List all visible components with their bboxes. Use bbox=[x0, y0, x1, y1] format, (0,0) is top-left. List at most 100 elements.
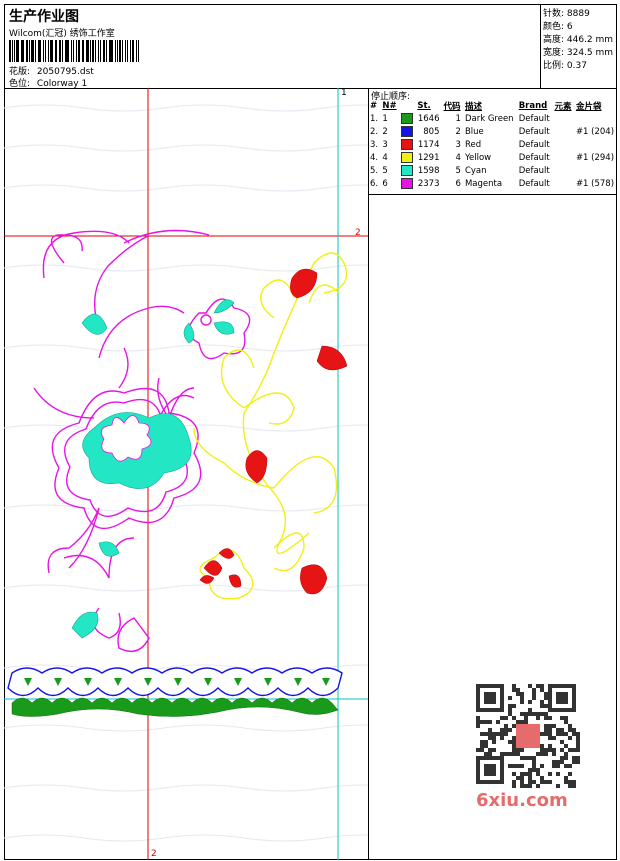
qr-module bbox=[544, 728, 548, 732]
barcode-bar bbox=[81, 40, 83, 62]
qr-module bbox=[540, 776, 544, 780]
scallop-border bbox=[7, 667, 343, 717]
qr-module bbox=[512, 748, 516, 752]
barcode-bar bbox=[14, 40, 16, 62]
barcode-bar bbox=[131, 40, 135, 62]
cell-index: 3. bbox=[370, 139, 379, 150]
thread-row: 5. 5 1598 5 Cyan Default bbox=[368, 164, 617, 177]
barcode bbox=[9, 40, 141, 62]
qr-module bbox=[548, 728, 552, 732]
qr-module bbox=[512, 724, 516, 728]
qr-module bbox=[496, 720, 500, 724]
qr-module bbox=[556, 784, 560, 788]
cell-element bbox=[552, 151, 573, 164]
col-code: 代码 bbox=[443, 101, 461, 112]
qr-module bbox=[568, 748, 572, 752]
cell-element bbox=[552, 125, 573, 138]
qr-module bbox=[488, 728, 492, 732]
seal-logo bbox=[516, 724, 540, 748]
qr-module bbox=[500, 728, 504, 732]
qr-module bbox=[544, 748, 548, 752]
qr-module bbox=[520, 712, 524, 716]
barcode-bar bbox=[39, 40, 41, 62]
cell-stitches: 1646 bbox=[417, 113, 440, 124]
stats-panel: 针数: 8889 颜色: 6 高度: 446.2 mm 宽度: 324.5 mm… bbox=[540, 4, 617, 89]
barcode-bar bbox=[116, 40, 118, 62]
cell-brand: Default bbox=[518, 178, 550, 189]
qr-module bbox=[576, 732, 580, 736]
cell-code: 5 bbox=[455, 165, 461, 176]
barcode-bar bbox=[114, 40, 116, 62]
qr-module bbox=[516, 752, 520, 756]
qr-module bbox=[484, 732, 488, 736]
barcode-bar bbox=[89, 40, 91, 62]
barcode-bar bbox=[28, 40, 30, 62]
qr-module bbox=[520, 780, 524, 784]
color-swatch bbox=[401, 165, 413, 176]
barcode-bar bbox=[56, 40, 58, 62]
qr-module bbox=[524, 772, 528, 776]
qr-module bbox=[540, 712, 544, 716]
qr-module bbox=[484, 720, 488, 724]
qr-module bbox=[532, 780, 536, 784]
qr-module bbox=[524, 756, 528, 760]
qr-module bbox=[576, 736, 580, 740]
qr-module bbox=[548, 744, 552, 748]
cell-brand: Default bbox=[518, 165, 550, 176]
cell-code: 3 bbox=[455, 139, 461, 150]
qr-module bbox=[572, 732, 576, 736]
qr-module bbox=[548, 772, 552, 776]
cell-element bbox=[552, 177, 573, 190]
cell-brand: Default bbox=[518, 113, 550, 124]
thread-row: 1. 1 1646 1 Dark Green Default bbox=[368, 112, 617, 125]
qr-module bbox=[552, 748, 556, 752]
barcode-bar bbox=[37, 40, 39, 62]
qr-module bbox=[532, 688, 536, 692]
qr-module bbox=[548, 748, 552, 752]
qr-module bbox=[508, 764, 512, 768]
qr-module bbox=[528, 784, 532, 788]
qr-module bbox=[536, 772, 540, 776]
cell-sequin bbox=[574, 112, 617, 125]
qr-module bbox=[532, 696, 536, 700]
qr-module bbox=[544, 692, 548, 696]
qr-module bbox=[532, 756, 536, 760]
thread-list-panel: 停止顺序: # N# St. 代码 描述 Brand 元素 金片袋 1. 1 164… bbox=[368, 88, 617, 195]
qr-module bbox=[528, 756, 532, 760]
thread-table: # N# St. 代码 描述 Brand 元素 金片袋 1. 1 1646 1 Dark… bbox=[368, 99, 617, 190]
qr-module bbox=[560, 760, 564, 764]
cell-stitches: 1291 bbox=[417, 152, 440, 163]
header-info: 生产作业图 Wilcom(汇冠) 绣饰工作室 花版: 2050795.dst 色… bbox=[4, 4, 541, 89]
cell-element bbox=[552, 138, 573, 151]
qr-module bbox=[512, 684, 516, 688]
barcode-bar bbox=[77, 40, 80, 62]
qr-module bbox=[544, 716, 548, 720]
width-value: 宽度: 324.5 mm bbox=[543, 48, 614, 58]
qr-module bbox=[556, 764, 560, 768]
qr-module bbox=[576, 756, 580, 760]
barcode-bar bbox=[47, 40, 50, 62]
qr-module bbox=[576, 740, 580, 744]
color-swatch bbox=[401, 178, 413, 189]
qr-module bbox=[552, 752, 556, 756]
barcode-bar bbox=[130, 40, 131, 62]
barcode-bar bbox=[103, 40, 105, 62]
cell-needle: 4 bbox=[382, 152, 388, 163]
qr-module bbox=[512, 704, 516, 708]
qr-module bbox=[512, 780, 516, 784]
qr-module bbox=[564, 780, 568, 784]
qr-module bbox=[556, 732, 560, 736]
qr-module bbox=[548, 780, 552, 784]
cell-needle: 3 bbox=[382, 139, 388, 150]
qr-module bbox=[528, 700, 532, 704]
cell-desc: Blue bbox=[464, 126, 484, 137]
qr-module bbox=[548, 724, 552, 728]
qr-module bbox=[512, 772, 516, 776]
qr-module bbox=[572, 728, 576, 732]
cell-color bbox=[399, 138, 415, 151]
cell-color bbox=[399, 177, 415, 190]
barcode-bar bbox=[99, 40, 102, 62]
qr-module bbox=[500, 752, 504, 756]
qr-module bbox=[544, 780, 548, 784]
barcode-bar bbox=[59, 40, 61, 62]
